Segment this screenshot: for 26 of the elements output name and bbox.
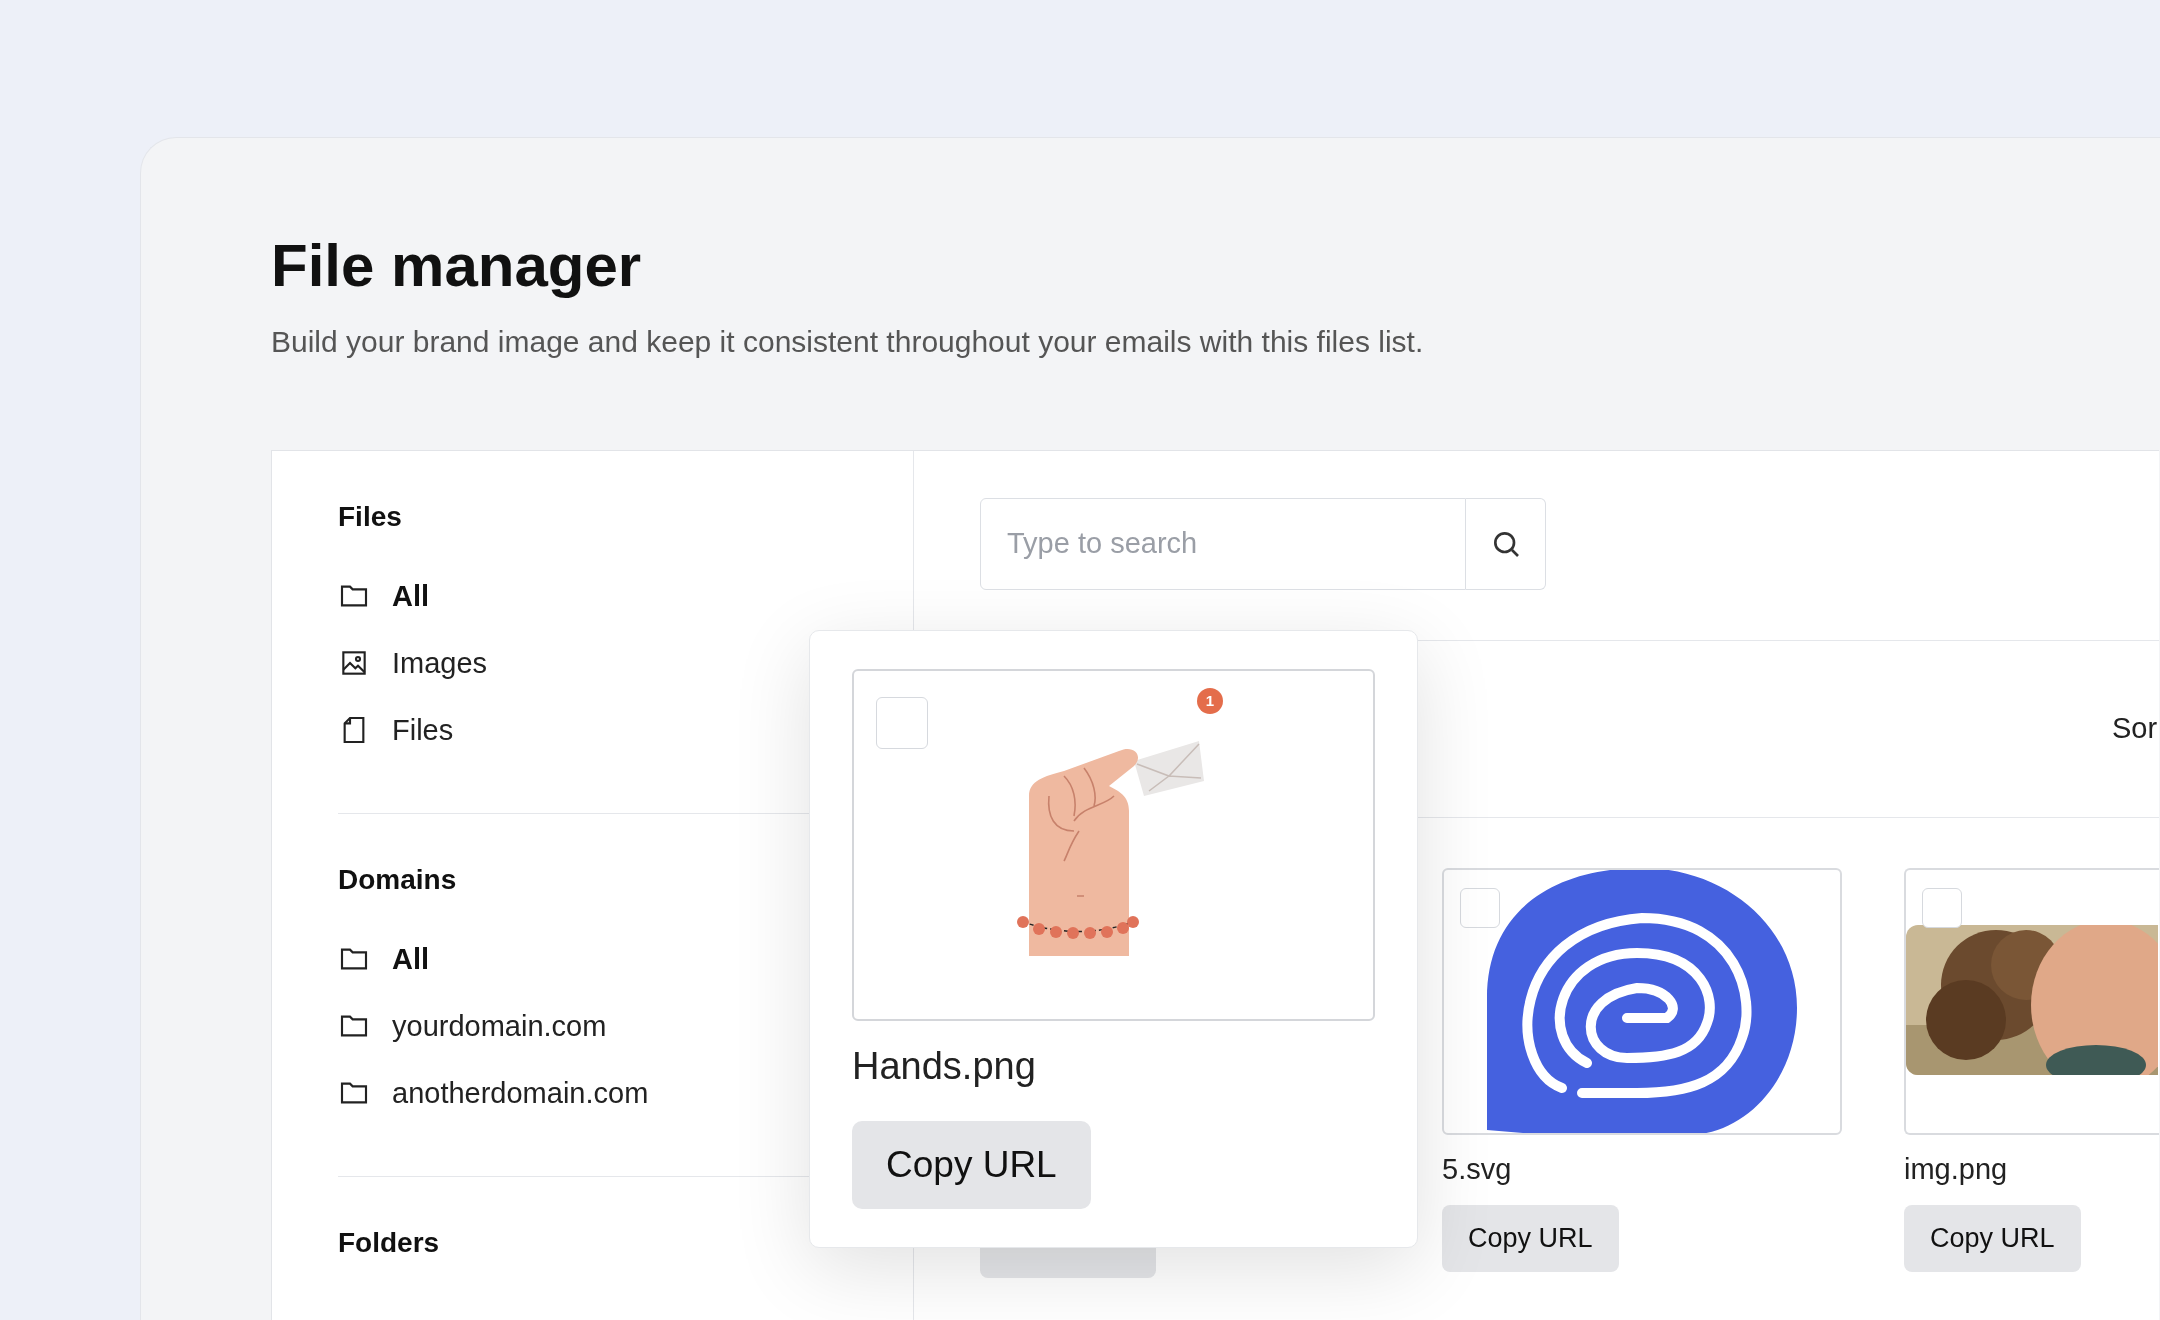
file-name: Hands.png [852,1044,1037,1089]
sidebar-item[interactable]: Images [338,645,847,681]
file-thumbnail[interactable] [1904,868,2159,1135]
sort-label: Sor [2112,711,2158,747]
copy-url-button[interactable]: Copy URL [1904,1205,2081,1272]
sidebar-item[interactable]: All [338,578,847,614]
checkbox[interactable] [1460,888,1500,928]
notification-badge: 1 [1197,688,1223,714]
sidebar-item[interactable]: anotherdomain.com [338,1075,847,1111]
page-title: File manager [271,231,643,301]
copy-url-button[interactable]: Copy URL [1442,1205,1619,1272]
search-button[interactable] [1466,498,1546,590]
search-field[interactable]: Type to search [980,498,1466,590]
section-heading: Files [338,500,403,534]
copy-url-button[interactable]: Copy URL [852,1121,1091,1209]
file-thumbnail[interactable] [1442,868,1842,1135]
sidebar-item[interactable]: Files [338,712,847,748]
sidebar-item[interactable]: yourdomain.com [338,1008,847,1044]
section-heading: Folders [338,1226,441,1260]
section-heading: Domains [338,863,458,897]
page-subtitle: Build your brand image and keep it consistent throughout your emails with this files list. [271,324,1425,360]
checkbox[interactable] [876,697,928,749]
checkbox[interactable] [1922,888,1962,928]
file-name: img.png [1904,1152,2009,1187]
file-name: 5.svg [1442,1152,1513,1187]
sidebar-item[interactable]: All [338,941,847,977]
